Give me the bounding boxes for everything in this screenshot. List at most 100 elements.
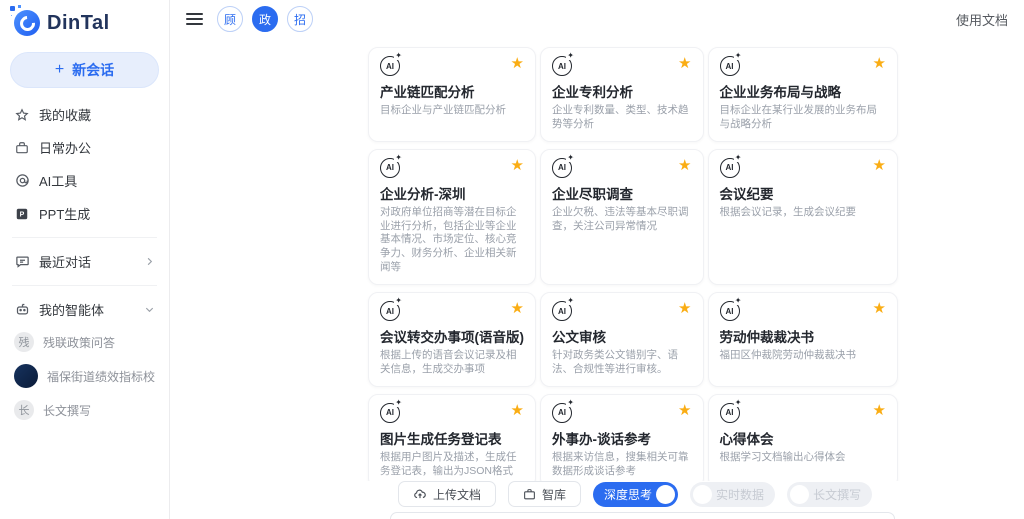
agent-card-title: 企业专利分析 [552,81,692,101]
sidebar-divider [12,285,157,286]
agent-card[interactable]: AI✦ ★ 企业业务布局与战略 目标企业在某行业发展的业务布局与战略分析 [708,47,899,142]
agent-card-description: 根据会议记录，生成会议纪要 [720,206,887,220]
sidebar-item-label: PPT生成 [39,204,90,223]
sidebar-item-favorites[interactable]: 我的收藏 [0,98,169,131]
agent-card[interactable]: AI✦ ★ 图片生成任务登记表 根据用户图片及描述，生成任务登记表，输出为JSO… [368,394,536,481]
deep-think-toggle[interactable]: 深度思考 [593,482,678,507]
agent-card-description: 根据来访信息，搜集相关可靠数据形成谈话参考 [552,451,692,479]
ai-agent-icon: AI✦ [720,56,740,76]
agent-card[interactable]: AI✦ ★ 心得体会 根据学习文档输出心得体会 [708,394,899,481]
agent-card-title: 心得体会 [720,428,887,448]
favorite-star-icon[interactable]: ★ [678,56,691,71]
new-chat-button[interactable]: + 新会话 [10,52,159,88]
ai-agent-icon: AI✦ [720,158,740,178]
content-area: AI✦ ★ 产业链匹配分析 目标企业与产业链匹配分析 AI✦ ★ 企业专利分析 … [170,38,1024,481]
chat-input[interactable] [390,512,895,519]
agent-card[interactable]: AI✦ ★ 劳动仲裁裁决书 福田区仲裁院劳动仲裁裁决书 [708,292,899,387]
longform-label: 长文撰写 [813,486,861,503]
agent-card-description: 根据用户图片及描述，生成任务登记表，输出为JSON格式 [380,451,524,479]
favorite-star-icon[interactable]: ★ [873,403,886,418]
agent-card[interactable]: AI✦ ★ 企业尽职调查 企业欠税、违法等基本尽职调查，关注公司异常情况 [540,149,704,285]
sidebar-section-my-agents[interactable]: 我的智能体 [0,293,169,326]
hamburger-menu-icon[interactable] [186,13,203,25]
agent-card[interactable]: AI✦ ★ 企业分析-深圳 对政府单位招商等潜在目标企业进行分析，包括企业等企业… [368,149,536,285]
deep-think-label: 深度思考 [604,486,652,503]
agent-card-description: 福田区仲裁院劳动仲裁裁决书 [720,349,887,363]
agent-card-description: 企业欠税、违法等基本尽职调查，关注公司异常情况 [552,206,692,234]
realtime-data-toggle[interactable]: 实时数据 [690,482,775,507]
workspace-pill[interactable]: 招 [287,6,313,32]
agent-label: 长文撰写 [43,402,91,419]
ai-agent-icon: AI✦ [720,301,740,321]
ai-agent-icon: AI✦ [552,158,572,178]
sidebar-item-daily-office[interactable]: 日常办公 [0,131,169,164]
new-chat-label: 新会话 [72,60,114,80]
ai-agent-icon: AI✦ [552,56,572,76]
brand-name: DinTal [47,12,110,35]
agent-card[interactable]: AI✦ ★ 产业链匹配分析 目标企业与产业链匹配分析 [368,47,536,142]
favorite-star-icon[interactable]: ★ [511,301,524,316]
workspace-pill[interactable]: 政 [252,6,278,32]
chevron-down-icon[interactable] [144,304,155,315]
favorite-star-icon[interactable]: ★ [678,403,691,418]
favorite-star-icon[interactable]: ★ [873,301,886,316]
knowledge-base-label: 智库 [542,486,566,503]
robot-icon [14,302,30,318]
favorite-star-icon[interactable]: ★ [678,301,691,316]
ai-agent-icon: AI✦ [380,56,400,76]
agent-card-title: 会议转交办事项(语音版) [380,326,524,346]
agent-label: 福保街道绩效指标校准 [47,368,155,385]
brand-logo-icon [14,10,40,36]
favorite-star-icon[interactable]: ★ [873,158,886,173]
agent-card[interactable]: AI✦ ★ 公文审核 针对政务类公文错别字、语法、合规性等进行审核。 [540,292,704,387]
favorite-star-icon[interactable]: ★ [678,158,691,173]
office-icon [14,140,30,156]
cloud-upload-icon [413,487,427,501]
composer-toolbar: 上传文档 智库 深度思考 实时数据 长文撰写 [398,481,1024,507]
chevron-right-icon[interactable] [144,256,155,267]
sidebar-item-ppt[interactable]: P PPT生成 [0,197,169,230]
my-agent-item[interactable]: 残 残联政策问答 [0,326,169,358]
agent-card-title: 图片生成任务登记表 [380,428,524,448]
agent-avatar: 长 [14,400,34,420]
sidebar-item-ai-tools[interactable]: AI工具 [0,164,169,197]
favorite-star-icon[interactable]: ★ [511,403,524,418]
my-agent-item[interactable]: 长 长文撰写 [0,394,169,426]
composer: 上传文档 智库 深度思考 实时数据 长文撰写 [170,481,1024,519]
sidebar-section-label: 我的智能体 [39,300,135,319]
briefcase-icon [523,488,536,501]
agent-card-description: 根据上传的语音会议记录及相关信息，生成交办事项 [380,349,524,377]
sidebar-item-recent-chats[interactable]: 最近对话 [0,245,169,278]
ai-agent-icon: AI✦ [720,403,740,423]
agent-card-description: 根据学习文档输出心得体会 [720,451,887,465]
sidebar: DinTal + 新会话 我的收藏 日常办公 AI工具 P PPT生成 最近对话 [0,0,170,519]
favorite-star-icon[interactable]: ★ [873,56,886,71]
plus-icon: + [55,61,64,79]
upload-document-button[interactable]: 上传文档 [398,481,496,507]
favorite-star-icon[interactable]: ★ [511,158,524,173]
agent-card-description: 对政府单位招商等潜在目标企业进行分析，包括企业等企业基本情况、市场定位、核心竞争… [380,206,524,275]
workspace-pill[interactable]: 顾 [217,6,243,32]
agent-card[interactable]: AI✦ ★ 外事办-谈话参考 根据来访信息，搜集相关可靠数据形成谈话参考 [540,394,704,481]
toggle-knob [656,485,675,504]
favorite-star-icon[interactable]: ★ [511,56,524,71]
agent-card-description: 企业专利数量、类型、技术趋势等分析 [552,104,692,132]
ai-agent-icon: AI✦ [380,158,400,178]
main-area: 顾政招 使用文档 AI✦ ★ 产业链匹配分析 目标企业与产业链匹配分析 AI✦ … [170,0,1024,519]
agent-card[interactable]: AI✦ ★ 企业专利分析 企业专利数量、类型、技术趋势等分析 [540,47,704,142]
agent-card-title: 企业尽职调查 [552,183,692,203]
agent-card[interactable]: AI✦ ★ 会议转交办事项(语音版) 根据上传的语音会议记录及相关信息，生成交办… [368,292,536,387]
docs-link[interactable]: 使用文档 [956,10,1008,29]
toggle-knob [693,485,712,504]
longform-toggle[interactable]: 长文撰写 [787,482,872,507]
agent-card-description: 目标企业在某行业发展的业务布局与战略分析 [720,104,887,132]
ai-agent-icon: AI✦ [552,301,572,321]
agent-card-title: 企业业务布局与战略 [720,81,887,101]
knowledge-base-button[interactable]: 智库 [508,481,581,507]
agent-card-description: 针对政务类公文错别字、语法、合规性等进行审核。 [552,349,692,377]
ppt-icon: P [14,206,30,222]
agent-cards-grid: AI✦ ★ 产业链匹配分析 目标企业与产业链匹配分析 AI✦ ★ 企业专利分析 … [368,47,885,481]
my-agent-item[interactable]: 福保街道绩效指标校准 [0,358,169,394]
agent-avatar: 残 [14,332,34,352]
agent-card[interactable]: AI✦ ★ 会议纪要 根据会议记录，生成会议纪要 [708,149,899,285]
